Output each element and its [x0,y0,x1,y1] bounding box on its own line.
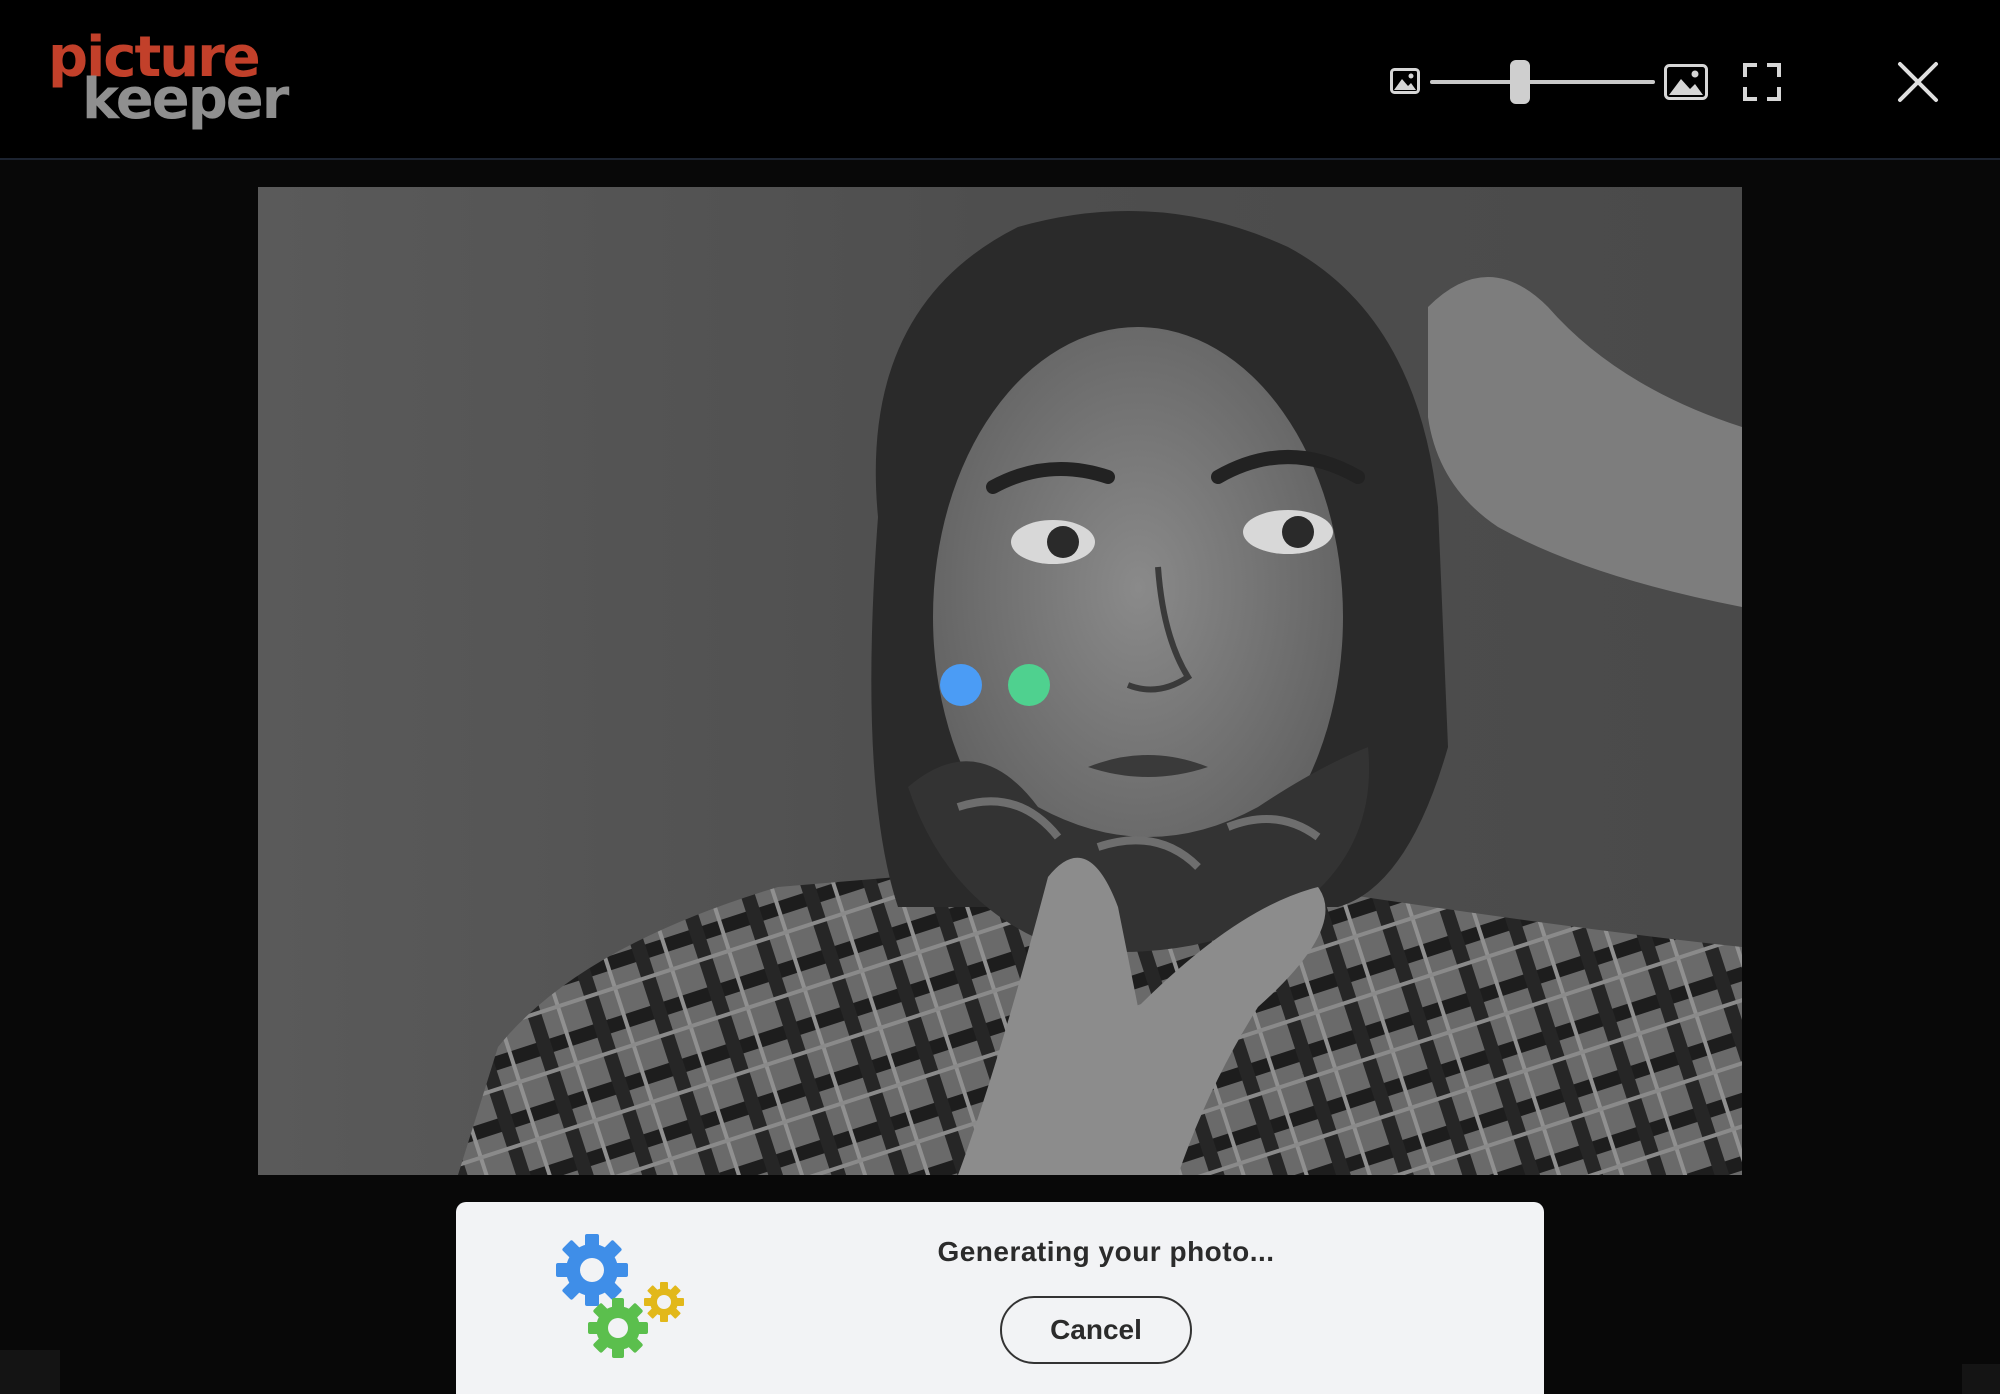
close-icon[interactable] [1896,60,1940,104]
image-small-icon[interactable] [1390,68,1420,94]
status-message: Generating your photo... [937,1236,1275,1267]
gears-icon [556,1234,684,1358]
top-bar: picture keeper [0,0,2000,160]
zoom-slider-thumb[interactable] [1510,60,1530,104]
zoom-slider[interactable] [1430,60,1655,104]
generating-status-panel: Generating your photo... Cancel [456,1202,1544,1394]
portrait-photo [258,187,1742,1175]
logo-text-keeper: keeper [82,67,289,132]
photo-preview [258,187,1742,1175]
loading-dot-green [1008,664,1050,706]
corner-block-right [1962,1364,2000,1394]
fullscreen-icon[interactable] [1742,62,1782,102]
zoom-slider-track[interactable] [1430,80,1655,84]
cancel-button[interactable]: Cancel [1000,1296,1192,1364]
corner-block-left [0,1350,60,1394]
picturekeeper-logo[interactable]: picture keeper [48,28,289,138]
loading-dot-blue [940,664,982,706]
image-large-icon[interactable] [1664,64,1708,100]
